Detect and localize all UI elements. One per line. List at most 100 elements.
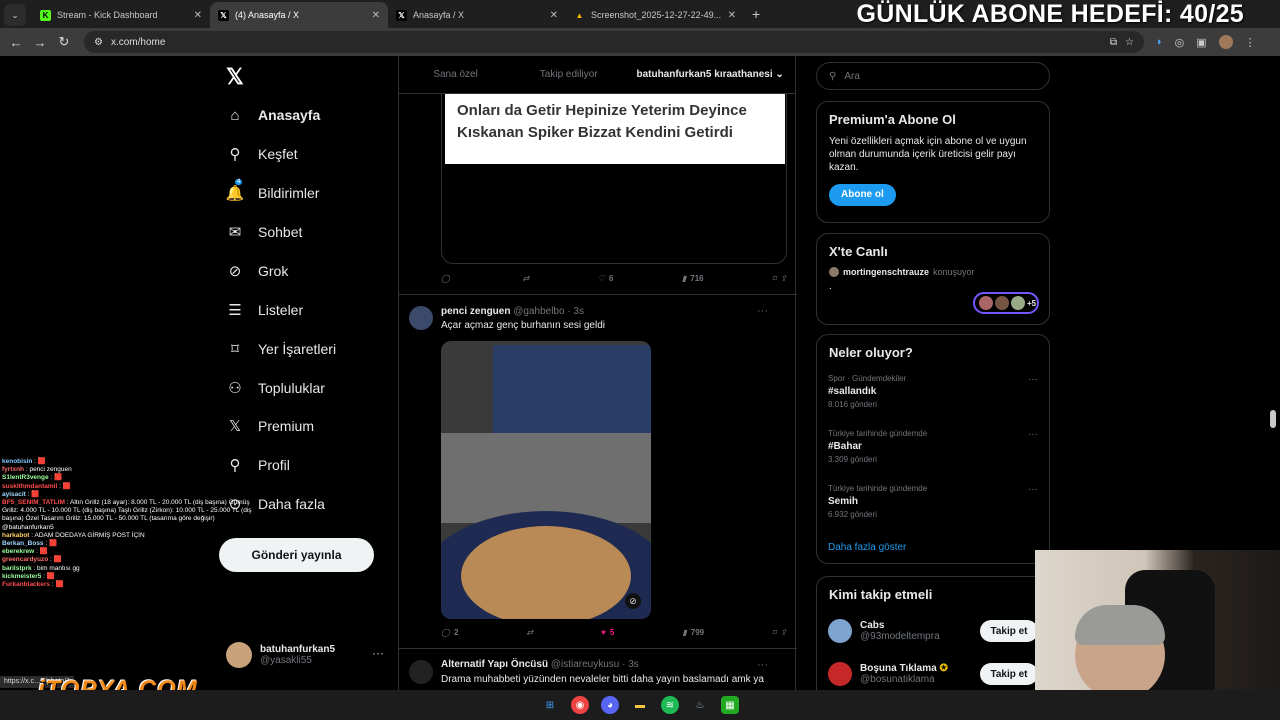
browser-tab-active[interactable]: 𝕏 (4) Anasayfa / X ✕ bbox=[210, 2, 388, 28]
share-icon: ⇪ bbox=[780, 274, 787, 283]
bell-icon: 🔔 4 bbox=[225, 179, 245, 202]
media-screen bbox=[493, 345, 651, 433]
trend-item[interactable]: Türkiye tarihinde gündemde #Bahar 3.309 … bbox=[828, 429, 1038, 464]
mail-icon: ✉ bbox=[228, 224, 242, 241]
trend-item[interactable]: Türkiye tarihinde gündemde Semih 6.932 g… bbox=[828, 484, 1038, 519]
chat-username: kickmeister5 bbox=[2, 572, 42, 580]
close-icon[interactable]: ✕ bbox=[728, 10, 736, 21]
chrome-icon[interactable]: ◉ bbox=[571, 696, 589, 714]
tab-title: Stream - Kick Dashboard bbox=[57, 10, 158, 20]
tab-following[interactable]: Takip ediliyor bbox=[512, 69, 625, 80]
nav-messages[interactable]: ✉ Sohbet bbox=[226, 223, 303, 241]
nav-notifications[interactable]: 🔔 4 Bildirimler bbox=[225, 179, 319, 202]
chat-text: 🟥 bbox=[46, 572, 55, 580]
like-button[interactable]: ♥ 5 bbox=[601, 628, 614, 637]
bookmark-icon: ⌑ bbox=[772, 274, 777, 283]
nav-home[interactable]: ⌂ Anasayfa bbox=[226, 106, 320, 124]
profile-avatar[interactable] bbox=[1218, 35, 1233, 49]
follow-button[interactable]: Takip et bbox=[980, 620, 1038, 642]
retweet-button[interactable]: ⇄ bbox=[522, 274, 529, 283]
reply-button[interactable]: ◯ bbox=[441, 274, 454, 283]
forward-icon[interactable]: → bbox=[28, 35, 52, 50]
reply-button[interactable]: ◯ 2 bbox=[441, 628, 458, 637]
nav-communities[interactable]: ⚇ Topluluklar bbox=[226, 379, 325, 397]
listeners-pill[interactable]: +5 bbox=[973, 292, 1039, 314]
nav-grok[interactable]: ⊘ Grok bbox=[226, 262, 289, 280]
tab-title: (4) Anasayfa / X bbox=[235, 10, 300, 20]
account-switcher[interactable]: batuhanfurkan5 @yasakli55 ··· bbox=[226, 642, 384, 668]
browser-tab[interactable]: ▲ Screenshot_2025-12-27-22-49... ✕ bbox=[566, 2, 744, 28]
scrollbar-thumb[interactable] bbox=[1270, 410, 1276, 428]
chevron-down-icon: ⌄ bbox=[775, 69, 784, 80]
trend-item[interactable]: Spor · Gündemdekiler #sallandık 8.016 gö… bbox=[828, 374, 1038, 409]
media-keyboard bbox=[441, 433, 651, 523]
reply-icon: ◯ bbox=[441, 628, 450, 637]
x-logo-icon[interactable]: 𝕏 bbox=[226, 64, 244, 90]
show-more-link[interactable]: Daha fazla göster bbox=[828, 542, 906, 553]
reload-icon[interactable]: ↻ bbox=[52, 34, 76, 50]
more-icon[interactable]: ··· bbox=[1028, 374, 1038, 385]
more-icon[interactable]: ··· bbox=[372, 646, 384, 660]
tab-for-you[interactable]: Sana özel bbox=[399, 69, 512, 80]
bookmark-button[interactable]: ⌑ ⇪ bbox=[772, 274, 787, 283]
bookmark-button[interactable]: ⌑ ⇪ bbox=[772, 628, 787, 637]
puzzle-icon[interactable]: ▣ bbox=[1196, 36, 1206, 49]
browser-tab[interactable]: K Stream - Kick Dashboard ✕ bbox=[32, 2, 210, 28]
retweet-button[interactable]: ⇄ bbox=[526, 628, 533, 637]
more-icon[interactable]: ··· bbox=[757, 659, 768, 671]
chat-text: 🟥 bbox=[48, 540, 58, 548]
avatar[interactable] bbox=[409, 660, 433, 684]
views-button[interactable]: ▮ 799 bbox=[682, 628, 704, 637]
subscribe-button[interactable]: Abone ol bbox=[829, 184, 896, 206]
chat-username: fyrtxnh bbox=[2, 466, 25, 474]
more-icon[interactable]: ··· bbox=[1028, 484, 1038, 495]
drive-icon: ▲ bbox=[575, 10, 584, 20]
chat-text: penci zenguen bbox=[29, 466, 72, 474]
site-info-icon[interactable]: ⚙ bbox=[94, 37, 103, 48]
windows-start-icon[interactable]: ⊞ bbox=[541, 696, 559, 714]
chat-text: 🟥 bbox=[53, 556, 62, 564]
follow-button[interactable]: Takip et bbox=[980, 663, 1038, 685]
nav-explore[interactable]: ⚲ Keşfet bbox=[226, 145, 298, 163]
nav-bookmarks[interactable]: ⌑ Yer İşaretleri bbox=[226, 340, 336, 358]
extension-icon[interactable]: ◎ bbox=[1175, 36, 1185, 49]
back-icon[interactable]: ← bbox=[4, 35, 28, 50]
live-space[interactable]: mortingenschtrauze konuşuyor bbox=[829, 267, 1037, 277]
chat-text: 🟥 bbox=[39, 548, 48, 556]
spotify-icon[interactable]: ≋ bbox=[661, 696, 679, 714]
new-tab-button[interactable]: + bbox=[744, 6, 768, 28]
more-icon[interactable]: ··· bbox=[757, 305, 768, 317]
like-button[interactable]: ♡ 6 bbox=[598, 274, 614, 283]
grok-icon[interactable]: ⊘ bbox=[625, 593, 641, 609]
close-icon[interactable]: ✕ bbox=[194, 10, 202, 21]
tab-community[interactable]: batuhanfurkan5 kıraathanesi ⌄ bbox=[625, 69, 795, 80]
more-icon[interactable]: ··· bbox=[1028, 429, 1038, 440]
avatar[interactable] bbox=[409, 306, 433, 330]
folder-icon[interactable]: ▬ bbox=[631, 696, 649, 714]
browser-tab[interactable]: 𝕏 Anasayfa / X ✕ bbox=[388, 2, 566, 28]
nav-premium[interactable]: 𝕏 Premium bbox=[226, 417, 314, 435]
steam-icon[interactable]: ♨ bbox=[691, 696, 709, 714]
tab-search-button[interactable]: ⌄ bbox=[4, 4, 26, 26]
obs-icon[interactable]: ▦ bbox=[721, 696, 739, 714]
chat-username: kenobisin bbox=[2, 458, 33, 465]
follow-suggestion[interactable]: Cabs @93modeltempra bbox=[828, 619, 940, 643]
retweet-icon: ⇄ bbox=[522, 274, 530, 283]
discord-icon[interactable]: ◕ bbox=[601, 696, 619, 714]
tweet-media[interactable]: ⊘ bbox=[441, 341, 651, 619]
search-input[interactable]: ⚲ Ara bbox=[816, 62, 1050, 90]
follow-suggestion[interactable]: Boşuna Tıklama ✪ @bosunatiklama bbox=[828, 662, 948, 686]
views-button[interactable]: ▮ 716 bbox=[682, 274, 704, 283]
close-icon[interactable]: ✕ bbox=[372, 10, 380, 21]
address-bar[interactable]: ⚙ x.com/home ⧉ ☆ bbox=[84, 31, 1144, 53]
extension-icon[interactable]: ◗ bbox=[1156, 36, 1163, 48]
account-name: batuhanfurkan5 bbox=[260, 644, 336, 655]
chat-username: ayisacit bbox=[2, 490, 26, 498]
install-icon[interactable]: ⧉ bbox=[1110, 37, 1117, 48]
star-icon[interactable]: ☆ bbox=[1125, 37, 1134, 48]
chat-username: BF5_SENIM_TATLIM bbox=[2, 499, 65, 507]
divider bbox=[399, 294, 797, 295]
menu-icon[interactable]: ⋮ bbox=[1245, 36, 1256, 49]
nav-lists[interactable]: ☰ Listeler bbox=[226, 301, 303, 319]
close-icon[interactable]: ✕ bbox=[550, 10, 558, 21]
